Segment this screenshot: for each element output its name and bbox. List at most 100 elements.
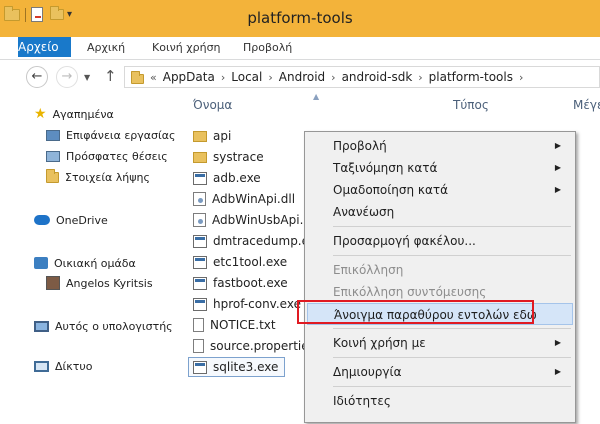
tab-view[interactable]: Προβολή bbox=[234, 37, 301, 60]
file-row[interactable]: NOTICE.txt bbox=[193, 315, 276, 335]
breadcrumb-platform-tools[interactable]: platform-tools bbox=[429, 70, 513, 84]
title-bar: ▾ platform-tools bbox=[0, 0, 600, 37]
file-row[interactable]: source.properties bbox=[193, 336, 315, 356]
file-name: AdbWinApi.dll bbox=[212, 192, 296, 206]
desktop-icon bbox=[46, 129, 60, 141]
menu-item-refresh[interactable]: Ανανέωση bbox=[307, 201, 573, 223]
file-row[interactable]: AdbWinApi.dll bbox=[193, 189, 295, 209]
breadcrumb-android-sdk[interactable]: android-sdk bbox=[342, 70, 413, 84]
menu-item-label: Ιδιότητες bbox=[333, 394, 391, 408]
file-name: hprof-conv.exe bbox=[213, 297, 301, 311]
breadcrumb-appdata[interactable]: AppData bbox=[163, 70, 215, 84]
menu-item-group-by[interactable]: Ομαδοποίηση κατά ▶ bbox=[307, 179, 573, 201]
tab-share[interactable]: Κοινή χρήση bbox=[143, 37, 230, 60]
nav-this-pc[interactable]: Αυτός ο υπολογιστής bbox=[34, 316, 173, 336]
network-icon bbox=[34, 360, 49, 372]
file-name: AdbWinUsbApi.dll bbox=[212, 213, 318, 227]
file-name: etc1tool.exe bbox=[213, 255, 288, 269]
nav-favorites[interactable]: ★ Αγαπημένα bbox=[34, 104, 114, 124]
column-header-name[interactable]: Όνομα bbox=[193, 98, 232, 112]
dll-icon bbox=[193, 213, 206, 227]
tab-file[interactable]: Αρχείο bbox=[18, 37, 71, 57]
file-row[interactable]: api bbox=[193, 126, 231, 146]
breadcrumb-overflow[interactable]: « bbox=[150, 71, 157, 84]
menu-item-paste[interactable]: Επικόλληση bbox=[307, 259, 573, 281]
recent-locations-chevron-icon[interactable]: ▼ bbox=[84, 73, 90, 82]
column-header-size[interactable]: Μέγε bbox=[573, 98, 600, 112]
sort-ascending-icon: ▲ bbox=[313, 92, 320, 101]
file-row[interactable]: systrace bbox=[193, 147, 264, 167]
breadcrumb-local[interactable]: Local bbox=[231, 70, 262, 84]
nav-downloads[interactable]: Στοιχεία λήψης bbox=[46, 167, 150, 187]
submenu-arrow-icon: ▶ bbox=[554, 338, 561, 347]
menu-item-properties[interactable]: Ιδιότητες bbox=[307, 390, 573, 412]
nav-desktop[interactable]: Επιφάνεια εργασίας bbox=[46, 125, 175, 145]
submenu-arrow-icon: ▶ bbox=[554, 367, 561, 376]
context-menu: Προβολή ▶ Ταξινόμηση κατά ▶ Ομαδοποίηση … bbox=[304, 131, 576, 423]
file-row[interactable]: AdbWinUsbApi.dll bbox=[193, 210, 318, 230]
file-name: api bbox=[213, 129, 232, 143]
file-row[interactable]: hprof-conv.exe bbox=[193, 294, 301, 314]
file-row[interactable]: fastboot.exe bbox=[193, 273, 288, 293]
executable-icon bbox=[193, 234, 207, 248]
menu-separator bbox=[333, 386, 571, 387]
nav-label: OneDrive bbox=[56, 213, 108, 227]
executable-icon bbox=[193, 171, 207, 185]
menu-separator bbox=[333, 328, 571, 329]
back-button[interactable]: ← bbox=[26, 66, 48, 88]
folder-icon bbox=[131, 70, 144, 84]
menu-item-label: Προσαρμογή φακέλου... bbox=[333, 234, 476, 248]
file-row[interactable]: etc1tool.exe bbox=[193, 252, 287, 272]
nav-recent-places[interactable]: Πρόσφατες θέσεις bbox=[46, 146, 168, 166]
column-header-type[interactable]: Τύπος bbox=[453, 98, 489, 112]
nav-user[interactable]: Angelos Kyritsis bbox=[46, 273, 153, 293]
breadcrumb-chevron-icon[interactable]: › bbox=[221, 71, 225, 84]
breadcrumb-chevron-icon[interactable]: › bbox=[331, 71, 335, 84]
breadcrumb-chevron-icon[interactable]: › bbox=[418, 71, 422, 84]
menu-item-label: Επικόλληση bbox=[333, 263, 404, 277]
ribbon-tabs: Αρχείο Αρχική Κοινή χρήση Προβολή bbox=[0, 37, 600, 60]
menu-item-share-with[interactable]: Κοινή χρήση με ▶ bbox=[307, 332, 573, 354]
executable-icon bbox=[193, 360, 207, 374]
executable-icon bbox=[193, 297, 207, 311]
navigation-pane: ★ Αγαπημένα Επιφάνεια εργασίας Πρόσφατες… bbox=[0, 94, 183, 424]
menu-item-sort-by[interactable]: Ταξινόμηση κατά ▶ bbox=[307, 157, 573, 179]
up-button[interactable]: ↑ bbox=[104, 67, 117, 85]
file-name: systrace bbox=[213, 150, 264, 164]
menu-item-view[interactable]: Προβολή ▶ bbox=[307, 135, 573, 157]
text-file-icon bbox=[193, 318, 204, 332]
nav-label: Οικιακή ομάδα bbox=[54, 256, 136, 270]
file-name: NOTICE.txt bbox=[210, 318, 276, 332]
highlight-annotation bbox=[297, 300, 534, 324]
menu-item-label: Ομαδοποίηση κατά bbox=[333, 183, 449, 197]
folder-icon bbox=[193, 130, 207, 142]
nav-network[interactable]: Δίκτυο bbox=[34, 356, 92, 376]
executable-icon bbox=[193, 255, 207, 269]
forward-button[interactable]: → bbox=[56, 66, 78, 88]
file-row-selected[interactable]: sqlite3.exe bbox=[188, 357, 286, 377]
menu-separator bbox=[333, 255, 571, 256]
menu-item-customize-folder[interactable]: Προσαρμογή φακέλου... bbox=[307, 230, 573, 252]
tab-home[interactable]: Αρχική bbox=[78, 37, 134, 60]
menu-item-new[interactable]: Δημιουργία ▶ bbox=[307, 361, 573, 383]
breadcrumb-chevron-icon[interactable]: › bbox=[519, 71, 523, 84]
recent-places-icon bbox=[46, 150, 60, 162]
nav-label: Δίκτυο bbox=[55, 359, 93, 373]
submenu-arrow-icon: ▶ bbox=[554, 163, 561, 172]
executable-icon bbox=[193, 276, 207, 290]
menu-item-label: Προβολή bbox=[333, 139, 387, 153]
file-name: adb.exe bbox=[213, 171, 261, 185]
nav-onedrive[interactable]: OneDrive bbox=[34, 210, 108, 230]
file-row[interactable]: adb.exe bbox=[193, 168, 261, 188]
folder-icon bbox=[193, 151, 207, 163]
nav-label: Angelos Kyritsis bbox=[66, 276, 153, 290]
menu-item-label: Ταξινόμηση κατά bbox=[333, 161, 438, 175]
nav-homegroup[interactable]: Οικιακή ομάδα bbox=[34, 253, 136, 273]
downloads-folder-icon bbox=[46, 168, 59, 183]
nav-label: Επιφάνεια εργασίας bbox=[66, 128, 176, 142]
breadcrumb-chevron-icon[interactable]: › bbox=[268, 71, 272, 84]
breadcrumb-android[interactable]: Android bbox=[279, 70, 325, 84]
menu-item-label: Δημιουργία bbox=[333, 365, 402, 379]
address-bar[interactable]: « AppData › Local › Android › android-sd… bbox=[124, 66, 600, 88]
menu-item-label: Κοινή χρήση με bbox=[333, 336, 426, 350]
